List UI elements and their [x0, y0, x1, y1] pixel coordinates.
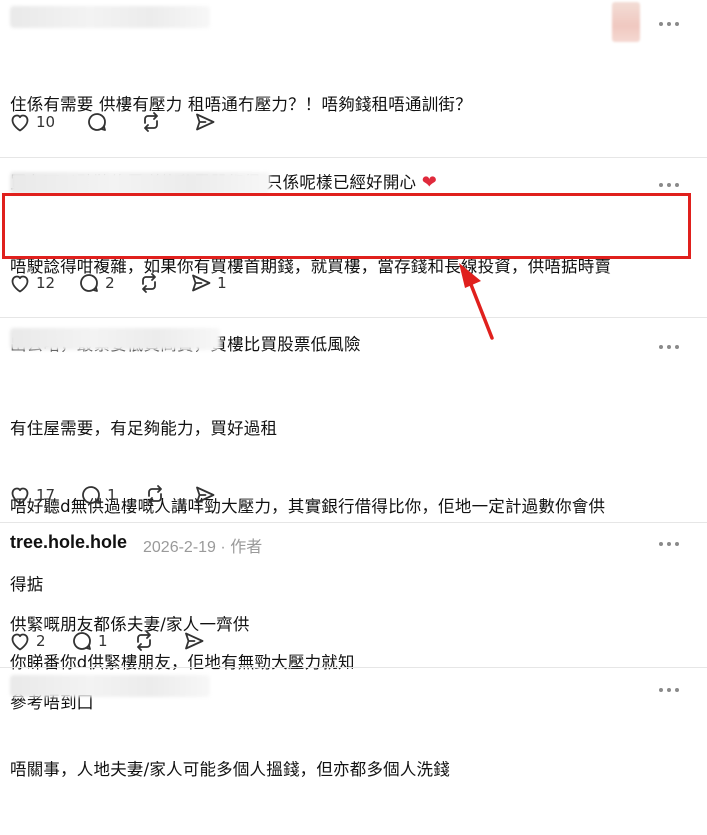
- reply-icon: [82, 486, 100, 504]
- reply-count: 1: [98, 632, 108, 650]
- more-options-icon[interactable]: [659, 539, 685, 549]
- post-date: 2026-2-19: [143, 539, 216, 556]
- heart-icon: [11, 487, 29, 505]
- post-3: 有住屋需要，有足夠能力，買好過租 唔好聽d無供過樓嘅人講咩勁大壓力，其實銀行借得…: [0, 318, 707, 672]
- repost-button[interactable]: [143, 483, 167, 507]
- share-button[interactable]: 1: [189, 271, 227, 295]
- repost-icon: [137, 631, 151, 651]
- reply-count: 1: [107, 486, 117, 504]
- blurred-avatar: [612, 2, 640, 42]
- reply-button[interactable]: [85, 110, 109, 134]
- share-icon: [196, 113, 215, 131]
- action-bar: 12 2 1: [8, 269, 241, 297]
- heart-icon: [11, 633, 29, 651]
- repost-button[interactable]: [132, 629, 156, 653]
- share-button[interactable]: [182, 629, 206, 653]
- like-button[interactable]: 17: [8, 483, 55, 507]
- author-tag: 作者: [230, 539, 263, 556]
- action-bar: 2 1: [8, 627, 220, 655]
- post-line: 有住屋需要，有足夠能力，買好過租: [10, 419, 278, 438]
- reply-button[interactable]: 2: [77, 271, 115, 295]
- like-count: 10: [36, 113, 56, 131]
- repost-icon: [142, 273, 156, 293]
- post-4: tree.hole.hole 2026-2-19 · 作者 供緊嘅朋友都係夫妻/…: [0, 523, 707, 712]
- share-icon: [196, 486, 215, 504]
- like-count: 17: [36, 486, 56, 504]
- post-1: 住係有需要 供樓有壓力 租唔通冇壓力？！唔夠錢租唔通訓街？ 買左可以點裝修買咩傢…: [0, 0, 707, 193]
- heart-icon: [11, 114, 29, 132]
- repost-button[interactable]: [139, 110, 163, 134]
- repost-icon: [148, 485, 162, 505]
- meta-separator: ·: [220, 539, 226, 556]
- reply-icon: [80, 274, 98, 292]
- repost-button[interactable]: [137, 271, 161, 295]
- like-count: 12: [36, 274, 56, 292]
- more-options-icon[interactable]: [659, 180, 685, 190]
- post-5: 唔關事，人地夫妻/家人可能多個人搵錢，但亦都多個人洗錢: [0, 668, 707, 779]
- blurred-username: [10, 172, 270, 194]
- more-options-icon[interactable]: [659, 342, 685, 352]
- blurred-username: [10, 6, 210, 28]
- share-button[interactable]: [193, 483, 217, 507]
- reply-icon: [88, 113, 106, 131]
- more-options-icon[interactable]: [659, 19, 685, 29]
- reply-button[interactable]: 1: [70, 629, 108, 653]
- reply-count: 2: [105, 274, 115, 292]
- post-meta: 2026-2-19 · 作者: [143, 533, 262, 557]
- like-count: 2: [36, 632, 46, 650]
- heart-icon: [11, 275, 29, 293]
- like-button[interactable]: 10: [8, 110, 55, 134]
- blurred-username: [10, 328, 220, 350]
- username[interactable]: tree.hole.hole: [10, 532, 127, 553]
- repost-icon: [144, 112, 158, 132]
- share-button[interactable]: [193, 110, 217, 134]
- like-button[interactable]: 2: [8, 629, 46, 653]
- post-body: 唔關事，人地夫妻/家人可能多個人搵錢，但亦都多個人洗錢: [10, 705, 450, 835]
- share-icon: [185, 632, 204, 650]
- more-options-icon[interactable]: [659, 685, 685, 695]
- highlight-box: [2, 193, 691, 259]
- share-count: 1: [217, 274, 227, 292]
- action-bar: 17 1: [8, 481, 231, 509]
- share-icon: [192, 274, 211, 292]
- like-button[interactable]: 12: [8, 271, 55, 295]
- reply-icon: [73, 632, 91, 650]
- blurred-username: [10, 675, 210, 697]
- action-bar: 10: [8, 108, 231, 136]
- post-line: 唔關事，人地夫妻/家人可能多個人搵錢，但亦都多個人洗錢: [10, 760, 450, 779]
- reply-button[interactable]: 1: [79, 483, 117, 507]
